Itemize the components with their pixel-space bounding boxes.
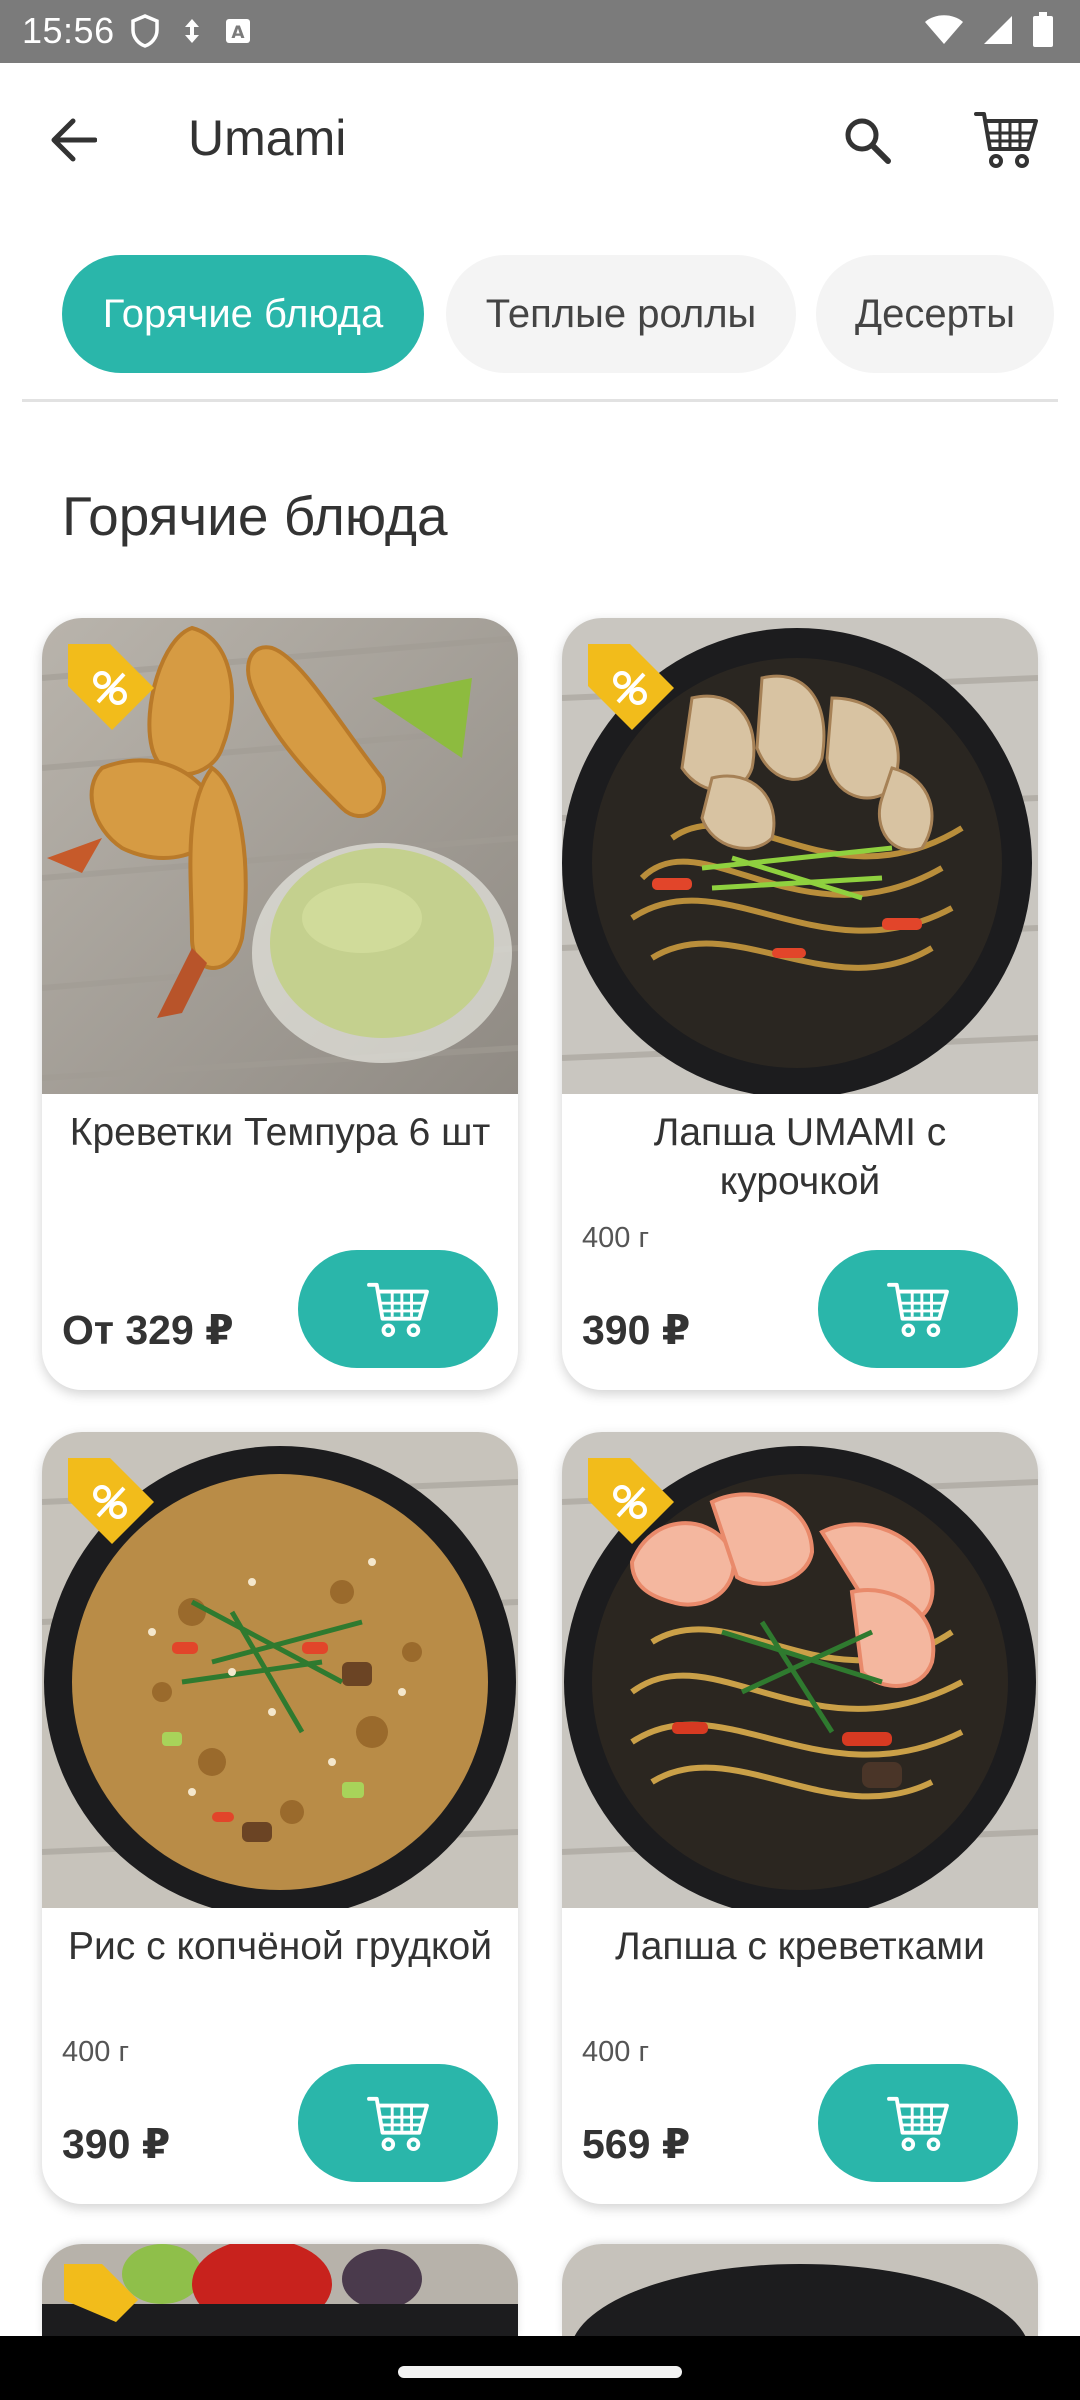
data-transfer-icon bbox=[185, 19, 199, 43]
signal-icon bbox=[984, 16, 1012, 44]
tab-desserts[interactable]: Десерты bbox=[816, 255, 1054, 373]
svg-text:A: A bbox=[231, 23, 245, 43]
search-button[interactable] bbox=[830, 103, 904, 177]
cart-icon bbox=[887, 1282, 949, 1338]
product-weight: 400 г bbox=[582, 1222, 650, 1254]
product-name: Рис с копчёной грудкой bbox=[67, 1925, 493, 1968]
product-card-partial[interactable] bbox=[562, 2244, 1038, 2336]
tab-warm-rolls[interactable]: Теплые роллы bbox=[446, 255, 796, 373]
product-weight: 400 г bbox=[582, 2036, 650, 2068]
product-image-noodles-shrimp bbox=[562, 1432, 1038, 1908]
cart-icon bbox=[887, 2096, 949, 2152]
discount-badge-icon bbox=[588, 1458, 674, 1544]
section-title: Горячие блюда bbox=[62, 485, 448, 547]
product-image-rice-smoked-chicken bbox=[42, 1432, 518, 1908]
system-nav-bar bbox=[0, 2336, 1080, 2400]
product-price: 390 ₽ bbox=[62, 2121, 171, 2167]
keyboard-icon: A bbox=[226, 19, 250, 43]
cart-icon bbox=[974, 112, 1038, 168]
product-name: Креветки Темпура 6 шт bbox=[69, 1111, 491, 1154]
add-to-cart-button[interactable] bbox=[298, 2064, 498, 2182]
discount-badge-icon bbox=[588, 644, 674, 730]
product-card-partial[interactable] bbox=[42, 2244, 518, 2336]
product-weight: 400 г bbox=[62, 2036, 130, 2068]
cart-button[interactable] bbox=[966, 99, 1046, 179]
battery-icon bbox=[1033, 12, 1053, 47]
product-price: От 329 ₽ bbox=[62, 1307, 234, 1353]
product-card[interactable]: Рис с копчёной грудкой 400 г 390 ₽ bbox=[42, 1432, 518, 2204]
add-to-cart-button[interactable] bbox=[818, 2064, 1018, 2182]
product-name: Лапша с креветками bbox=[615, 1925, 985, 1968]
status-system-icons bbox=[924, 12, 1054, 48]
back-arrow-icon bbox=[51, 118, 97, 162]
search-icon bbox=[845, 118, 891, 164]
product-image-noodles-chicken bbox=[562, 618, 1038, 1094]
discount-badge-icon bbox=[68, 1458, 154, 1544]
product-image-partial bbox=[42, 2244, 518, 2336]
app-bar: Umami bbox=[0, 63, 1080, 211]
status-notification-icons: A bbox=[130, 14, 252, 48]
status-time: 15:56 bbox=[22, 10, 115, 51]
add-to-cart-button[interactable] bbox=[818, 1250, 1018, 1368]
cart-icon bbox=[367, 1282, 429, 1338]
cart-icon bbox=[367, 2096, 429, 2152]
product-image-shrimp-tempura bbox=[42, 618, 518, 1094]
category-tabs: Горячие блюда Теплые роллы Десерты bbox=[0, 255, 1080, 375]
tabs-divider bbox=[22, 399, 1058, 402]
product-card[interactable]: Креветки Темпура 6 шт От 329 ₽ bbox=[42, 618, 518, 1390]
tab-hot-dishes[interactable]: Горячие блюда bbox=[62, 255, 424, 373]
product-image-partial bbox=[562, 2244, 1038, 2336]
app-title: Umami bbox=[188, 110, 347, 166]
add-to-cart-button[interactable] bbox=[298, 1250, 498, 1368]
product-price: 390 ₽ bbox=[582, 1307, 691, 1353]
product-card[interactable]: Лапша UMAMI с курочкой 400 г 390 ₽ bbox=[562, 618, 1038, 1390]
wifi-icon bbox=[925, 15, 963, 44]
product-card[interactable]: Лапша с креветками 400 г 569 ₽ bbox=[562, 1432, 1038, 2204]
discount-badge-icon bbox=[68, 644, 154, 730]
status-bar: 15:56 A bbox=[0, 0, 1080, 63]
product-price: 569 ₽ bbox=[582, 2121, 691, 2167]
product-name: Лапша UMAMI с курочкой bbox=[653, 1111, 947, 1203]
back-button[interactable] bbox=[36, 103, 110, 177]
home-gesture-handle[interactable] bbox=[398, 2366, 682, 2378]
shield-icon bbox=[131, 14, 159, 48]
